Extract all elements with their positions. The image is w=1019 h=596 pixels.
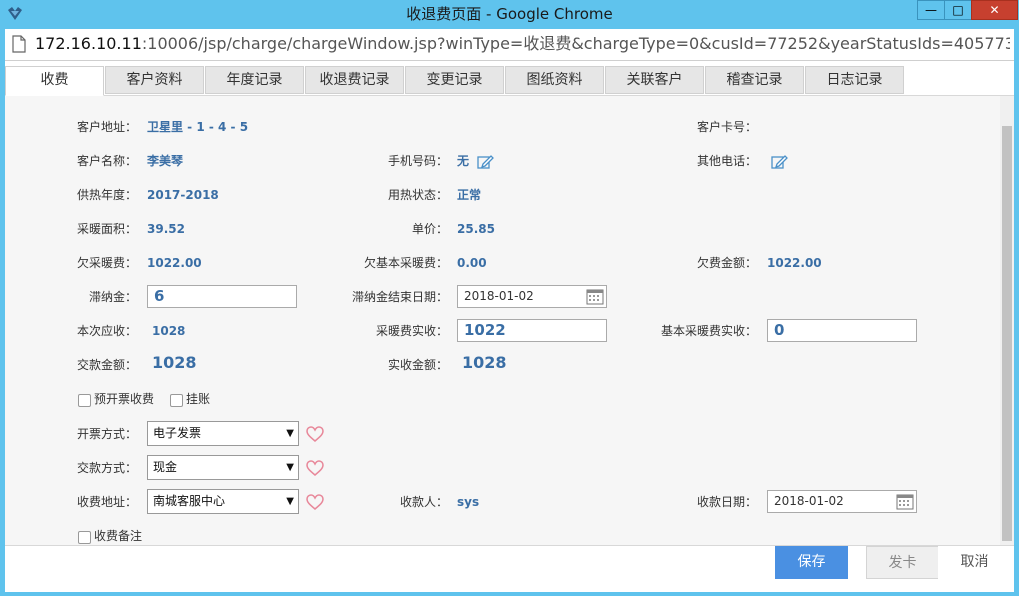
charge-remark-label: 收费备注 <box>94 529 143 543</box>
page-icon <box>12 35 26 53</box>
hang-account-label: 挂账 <box>186 392 211 406</box>
dropdown-arrow-icon: ▼ <box>286 496 294 507</box>
invoice-method-select[interactable]: 电子发票 ▼ <box>147 421 299 446</box>
tab-change-record[interactable]: 变更记录 <box>405 66 504 94</box>
charge-location-label: 收费地址： <box>77 495 138 509</box>
unit-price-value: 25.85 <box>457 222 495 236</box>
owed-heating-value: 1022.00 <box>147 256 202 270</box>
cashier-label: 收款人： <box>400 495 449 509</box>
customer-name-label: 客户名称： <box>77 154 138 168</box>
owed-heating-label: 欠采暖费： <box>77 256 138 270</box>
favorite-heart-icon[interactable] <box>306 460 324 476</box>
card-number-label: 客户卡号： <box>697 120 758 134</box>
customer-name-value: 李美琴 <box>147 154 184 168</box>
heating-area-label: 采暖面积： <box>77 222 138 236</box>
heating-paid-label: 采暖费实收： <box>376 324 449 338</box>
dropdown-arrow-icon: ▼ <box>286 462 294 473</box>
scrollbar-thumb[interactable] <box>1002 126 1012 541</box>
received-amount-label: 实收金额： <box>388 358 449 372</box>
charge-remark-checkbox[interactable] <box>78 531 91 544</box>
unit-price-label: 单价： <box>412 222 449 236</box>
tab-bar: 收费 客户资料 年度记录 收退费记录 变更记录 图纸资料 关联客户 稽查记录 日… <box>5 66 1014 96</box>
edit-phone-icon[interactable] <box>477 154 494 170</box>
heating-status-label: 用热状态： <box>388 188 449 202</box>
tab-log-record[interactable]: 日志记录 <box>805 66 904 94</box>
phone-value: 无 <box>457 154 470 168</box>
cancel-button[interactable]: 取消 <box>938 546 1011 579</box>
window-titlebar: 收退费页面 - Google Chrome — □ ✕ <box>0 0 1019 29</box>
owed-base-label: 欠基本采暖费： <box>364 256 449 270</box>
address-value: 卫星里 - 1 - 4 - 5 <box>147 120 249 134</box>
payment-method-select[interactable]: 现金 ▼ <box>147 455 299 480</box>
address-label: 客户地址： <box>77 120 138 134</box>
tab-charge-record[interactable]: 收退费记录 <box>305 66 404 94</box>
save-button[interactable]: 保存 <box>775 546 848 579</box>
late-fee-end-date-input[interactable]: 2018-01-02 <box>457 285 607 308</box>
payment-date-value: 2018-01-02 <box>774 494 844 508</box>
invoice-method-label: 开票方式： <box>77 427 138 441</box>
late-fee-input[interactable]: 6 <box>147 285 297 308</box>
url-host: 172.16.10.11 <box>35 34 142 53</box>
heating-status-value: 正常 <box>457 188 482 202</box>
base-paid-input[interactable]: 0 <box>767 319 917 342</box>
issue-card-button[interactable]: 发卡 <box>866 546 939 579</box>
maximize-button[interactable]: □ <box>944 0 972 20</box>
calendar-icon[interactable] <box>586 288 604 305</box>
tab-annual-record[interactable]: 年度记录 <box>205 66 304 94</box>
hang-account-checkbox[interactable] <box>170 394 183 407</box>
tab-inspection-record[interactable]: 稽查记录 <box>705 66 804 94</box>
tab-drawings[interactable]: 图纸资料 <box>505 66 604 94</box>
invoice-method-value: 电子发票 <box>153 426 202 440</box>
url-text[interactable]: 172.16.10.11:10006/jsp/charge/chargeWind… <box>35 33 1010 55</box>
charge-location-value: 南城客服中心 <box>153 494 226 508</box>
close-button[interactable]: ✕ <box>971 0 1018 20</box>
charge-window: 收费 客户资料 年度记录 收退费记录 变更记录 图纸资料 关联客户 稽查记录 日… <box>5 61 1014 592</box>
cashier-value: sys <box>457 495 480 509</box>
address-bar[interactable]: 172.16.10.11:10006/jsp/charge/chargeWind… <box>5 29 1014 61</box>
window-title: 收退费页面 - Google Chrome <box>406 5 613 23</box>
owed-total-label: 欠费金额： <box>697 256 758 270</box>
minimize-button[interactable]: — <box>917 0 945 20</box>
edit-other-phone-icon[interactable] <box>771 154 788 170</box>
due-amount-label: 本次应收： <box>77 324 138 338</box>
owed-total-value: 1022.00 <box>767 256 822 270</box>
heating-year-label: 供热年度： <box>77 188 138 202</box>
late-fee-end-date-label: 滞纳金结束日期： <box>352 290 449 304</box>
pre-invoice-label: 预开票收费 <box>94 392 155 406</box>
dropdown-arrow-icon: ▼ <box>286 428 294 439</box>
tab-customer-info[interactable]: 客户资料 <box>105 66 204 94</box>
late-fee-end-date-value: 2018-01-02 <box>464 289 534 303</box>
favorite-heart-icon[interactable] <box>306 426 324 442</box>
pre-invoice-checkbox[interactable] <box>78 394 91 407</box>
charge-location-select[interactable]: 南城客服中心 ▼ <box>147 489 299 514</box>
payment-date-label: 收款日期： <box>697 495 758 509</box>
vertical-scrollbar[interactable] <box>1000 96 1014 546</box>
due-amount-value: 1028 <box>152 324 186 338</box>
heating-year-value: 2017-2018 <box>147 188 219 202</box>
url-path: :10006/jsp/charge/chargeWindow.jsp?winTy… <box>141 34 1010 53</box>
other-phone-label: 其他电话： <box>697 154 758 168</box>
owed-base-value: 0.00 <box>457 256 487 270</box>
base-paid-label: 基本采暖费实收： <box>661 324 758 338</box>
heating-area-value: 39.52 <box>147 222 185 236</box>
favorite-heart-icon[interactable] <box>306 494 324 510</box>
payment-method-value: 现金 <box>153 460 178 474</box>
heating-paid-input[interactable]: 1022 <box>457 319 607 342</box>
received-amount-value: 1028 <box>462 353 507 372</box>
payment-amount-value: 1028 <box>152 353 197 372</box>
phone-label: 手机号码： <box>388 154 449 168</box>
tab-related-customers[interactable]: 关联客户 <box>605 66 704 94</box>
tab-charge[interactable]: 收费 <box>5 66 104 96</box>
late-fee-label: 滞纳金： <box>89 290 138 304</box>
payment-amount-label: 交款金额： <box>77 358 138 372</box>
footer-bar: 保存 发卡 取消 <box>5 545 1014 592</box>
calendar-icon[interactable] <box>896 493 914 510</box>
payment-date-input[interactable]: 2018-01-02 <box>767 490 917 513</box>
charge-form: 客户地址： 卫星里 - 1 - 4 - 5 客户卡号： 客户名称： 李美琴 手机… <box>5 96 1000 546</box>
payment-method-label: 交款方式： <box>77 461 138 475</box>
